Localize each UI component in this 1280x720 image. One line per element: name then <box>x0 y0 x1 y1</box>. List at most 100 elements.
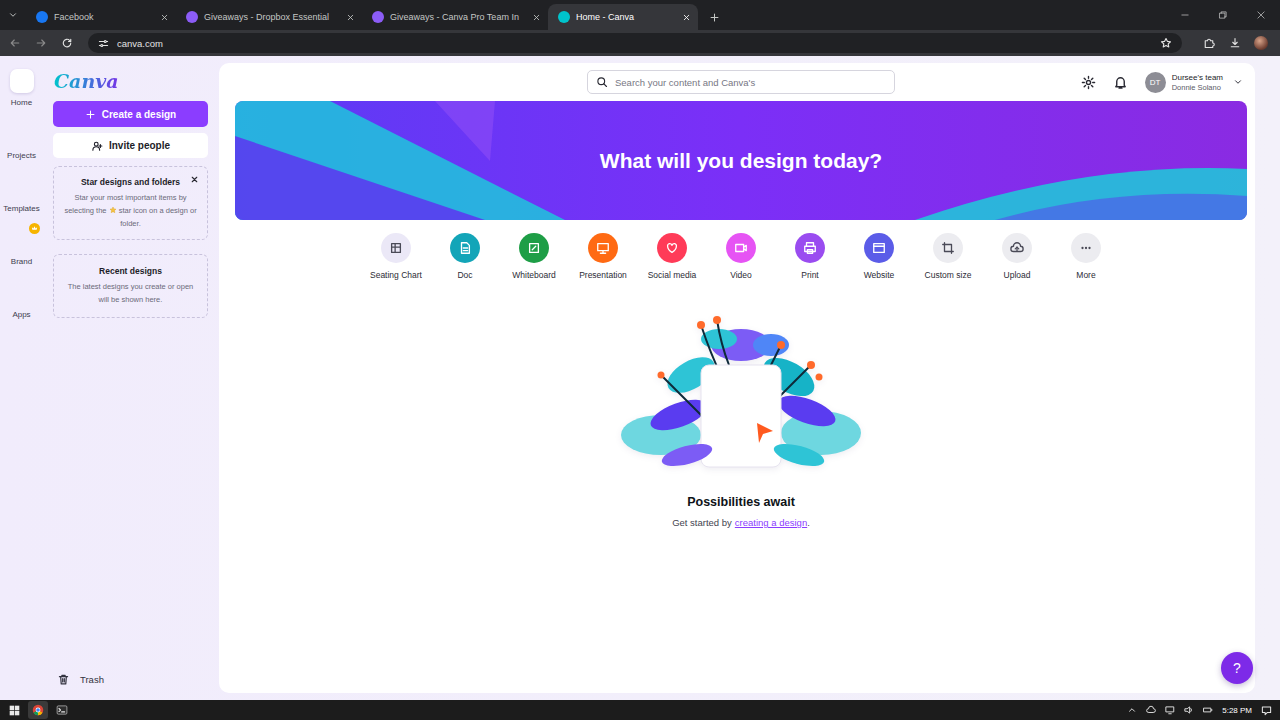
rail-item[interactable]: Apps <box>10 281 34 334</box>
rail-item[interactable]: Templates <box>3 175 39 228</box>
folder-icon <box>14 127 29 142</box>
tab-label: Facebook <box>54 12 154 22</box>
terminal-taskbar-button[interactable] <box>52 701 72 719</box>
chrome-taskbar-button[interactable] <box>28 701 48 719</box>
canva-page: HomeProjects Templates Brand Apps Canva Creat… <box>0 56 1280 700</box>
close-icon[interactable] <box>190 175 199 184</box>
design-type-button[interactable]: Whiteboard <box>500 233 569 280</box>
bell-icon[interactable] <box>1113 75 1128 90</box>
hero-title: What will you design today? <box>600 149 882 173</box>
help-button[interactable]: ? <box>1221 652 1253 684</box>
favicon-icon <box>558 11 570 23</box>
minimize-button[interactable] <box>1166 0 1204 30</box>
notification-icon[interactable] <box>1261 705 1272 716</box>
cloud-icon[interactable] <box>1146 705 1156 715</box>
favicon-icon <box>186 11 198 23</box>
chevron-down-icon <box>8 10 18 20</box>
gear-icon[interactable] <box>1081 75 1096 90</box>
design-type-label: Website <box>864 270 895 280</box>
browser-tab[interactable]: Facebook <box>26 4 176 30</box>
close-icon[interactable] <box>346 13 355 22</box>
rail-label: Apps <box>12 310 30 319</box>
address-bar[interactable]: canva.com <box>88 33 1182 53</box>
tab-label: Giveaways - Canva Pro Team In <box>390 12 526 22</box>
design-type-button[interactable]: More <box>1052 233 1121 280</box>
doc-icon <box>458 241 472 255</box>
rail-item[interactable]: Brand <box>10 228 34 281</box>
extensions-button[interactable] <box>1198 32 1220 54</box>
design-type-button[interactable]: Custom size <box>914 233 983 280</box>
back-button[interactable] <box>4 32 26 54</box>
search-field[interactable]: Search your content and Canva's <box>587 70 895 94</box>
whiteboard-icon <box>527 241 541 255</box>
browser-tab[interactable]: Giveaways - Dropbox Essential <box>176 4 362 30</box>
account-switcher[interactable]: DTDursee's teamDonnie Solano <box>1145 72 1243 93</box>
volume-icon[interactable] <box>1184 705 1194 715</box>
rail-item[interactable]: Home <box>10 69 34 122</box>
reload-button[interactable] <box>56 32 78 54</box>
forward-button[interactable] <box>30 32 52 54</box>
rail-label: Templates <box>3 204 39 213</box>
trash-button[interactable]: Trash <box>53 673 208 686</box>
design-type-label: Doc <box>457 270 472 280</box>
create-design-link[interactable]: creating a design <box>735 517 807 528</box>
design-type-button[interactable]: Seating Chart <box>362 233 431 280</box>
new-tab-button[interactable] <box>702 6 726 28</box>
clock[interactable]: 5:28 PM <box>1222 706 1252 715</box>
browser-tab[interactable]: Giveaways - Canva Pro Team In <box>362 4 548 30</box>
design-type-label: More <box>1076 270 1095 280</box>
rail-icon-box <box>10 281 34 305</box>
close-icon[interactable] <box>682 13 691 22</box>
brand-kit-icon <box>14 233 29 248</box>
invite-people-button[interactable]: Invite people <box>53 133 208 158</box>
empty-state: Possibilities await Get started bycreatin… <box>235 315 1247 528</box>
create-design-button[interactable]: Create a design <box>53 101 208 127</box>
plus-icon <box>85 109 96 120</box>
nav-rail: HomeProjects Templates Brand Apps <box>0 56 43 700</box>
design-type-label: Custom size <box>925 270 972 280</box>
close-window-button[interactable] <box>1242 0 1280 30</box>
chrome-icon <box>32 704 44 716</box>
seating-chart-icon <box>389 241 403 255</box>
design-type-button[interactable]: Social media <box>638 233 707 280</box>
chevron-up-icon[interactable] <box>1127 705 1137 715</box>
card-body: The latest designs you create or open wi… <box>64 280 197 306</box>
design-type-button[interactable]: Website <box>845 233 914 280</box>
design-type-button[interactable]: Upload <box>983 233 1052 280</box>
video-icon <box>734 241 748 255</box>
design-type-button[interactable]: Print <box>776 233 845 280</box>
empty-state-title: Possibilities await <box>687 495 795 509</box>
browser-tab[interactable]: Home - Canva <box>548 4 698 30</box>
design-type-circle <box>864 233 894 263</box>
close-icon[interactable] <box>160 13 169 22</box>
design-type-label: Video <box>730 270 752 280</box>
taskbar: 5:28 PM <box>0 700 1280 720</box>
star-icon <box>109 206 117 214</box>
bookmark-star-icon[interactable] <box>1160 37 1172 49</box>
start-button[interactable] <box>4 701 24 719</box>
battery-icon[interactable] <box>1203 705 1213 715</box>
site-info-icon[interactable] <box>98 38 109 49</box>
design-type-button[interactable]: Presentation <box>569 233 638 280</box>
design-type-button[interactable]: Doc <box>431 233 500 280</box>
downloads-button[interactable] <box>1224 32 1246 54</box>
design-type-label: Presentation <box>579 270 627 280</box>
profile-button[interactable] <box>1250 32 1272 54</box>
heart-icon <box>665 241 679 255</box>
network-icon[interactable] <box>1165 705 1175 715</box>
close-icon[interactable] <box>532 13 541 22</box>
tab-list: Facebook Giveaways - Dropbox Essential Giv… <box>26 4 726 30</box>
design-type-button[interactable]: Video <box>707 233 776 280</box>
team-name: Dursee's team <box>1172 73 1223 82</box>
minimize-icon <box>1180 10 1190 20</box>
restore-button[interactable] <box>1204 0 1242 30</box>
chevron-down-icon <box>1233 77 1243 87</box>
design-type-circle <box>588 233 618 263</box>
sidebar: CanvaCreate a designInvite peopleStar de… <box>43 56 219 700</box>
rail-label: Brand <box>11 257 32 266</box>
canva-logo[interactable]: Canva <box>54 68 123 94</box>
empty-state-text: Get started bycreating a design. <box>672 517 810 528</box>
rail-item[interactable]: Projects <box>7 122 36 175</box>
tab-search-button[interactable] <box>0 2 26 28</box>
more-dots-icon <box>1079 241 1093 255</box>
